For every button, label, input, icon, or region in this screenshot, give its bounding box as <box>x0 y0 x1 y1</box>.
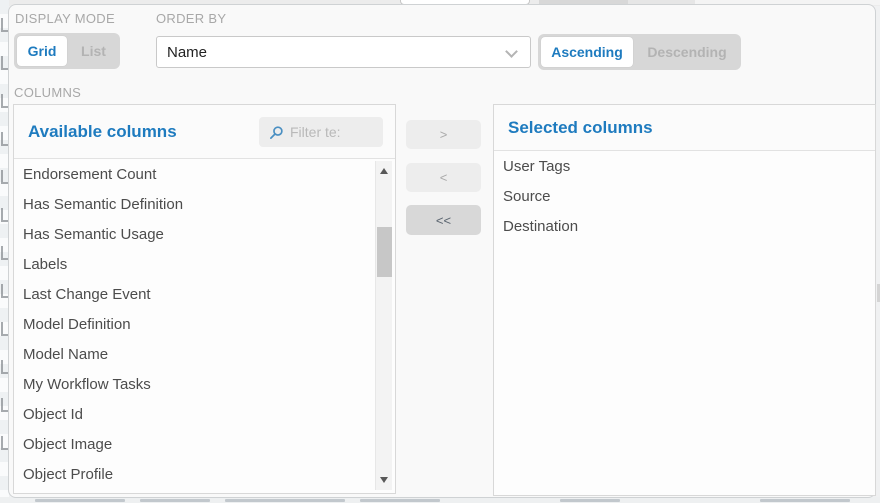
background-card-stub <box>1 436 8 450</box>
display-mode-list-button[interactable]: List <box>67 33 120 69</box>
background-card-stub <box>1 18 8 32</box>
list-item[interactable]: Object Profile <box>14 460 374 490</box>
filter-input[interactable] <box>290 124 370 140</box>
move-right-button[interactable]: > <box>406 120 481 149</box>
sort-ascending-button[interactable]: Ascending <box>541 37 633 67</box>
selected-columns-header: Selected columns <box>494 105 875 151</box>
search-icon <box>269 125 284 140</box>
scroll-up-button[interactable] <box>376 163 393 179</box>
scrollbar-thumb[interactable] <box>377 227 392 277</box>
background-text-stub <box>560 499 620 502</box>
list-item[interactable]: Source <box>494 182 875 212</box>
screen: DISPLAY MODE Grid List ORDER BY Name Asc… <box>0 0 880 503</box>
available-columns-title: Available columns <box>28 122 177 142</box>
list-item[interactable]: User Tags <box>494 152 875 182</box>
background-text-stub <box>225 499 345 502</box>
background-card-stub <box>1 56 8 70</box>
background-card-stub <box>1 208 8 222</box>
display-mode-label: DISPLAY MODE <box>15 11 115 26</box>
scrollbar-track[interactable] <box>375 161 392 490</box>
list-item[interactable]: Has Semantic Usage <box>14 220 374 250</box>
background-card-stub <box>1 284 8 298</box>
available-columns-panel: Available columns Endorsement Count Has … <box>13 104 396 494</box>
list-item[interactable]: Model Name <box>14 340 374 370</box>
list-item[interactable]: Labels <box>14 250 374 280</box>
selected-columns-list: User Tags Source Destination <box>494 152 875 494</box>
remove-all-button[interactable]: << <box>406 205 481 235</box>
background-text-stub <box>35 499 125 502</box>
move-left-button[interactable]: < <box>406 163 481 192</box>
sort-descending-button[interactable]: Descending <box>633 34 741 70</box>
background-card-stub <box>1 398 8 412</box>
background-card-stub <box>1 246 8 260</box>
list-item[interactable]: Model Definition <box>14 310 374 340</box>
background-card-stub <box>1 360 8 374</box>
display-mode-grid-button[interactable]: Grid <box>17 36 67 66</box>
list-item[interactable]: Object Image <box>14 430 374 460</box>
background-text-stub <box>360 499 440 502</box>
background-card-stub <box>1 170 8 184</box>
scroll-down-icon <box>380 477 388 483</box>
list-item[interactable]: Destination <box>494 212 875 242</box>
list-item[interactable]: Last Change Event <box>14 280 374 310</box>
order-by-selected-value: Name <box>157 44 207 61</box>
background-text-stub <box>140 499 210 502</box>
columns-section-label: COLUMNS <box>14 85 81 100</box>
background-card-stub <box>1 322 8 336</box>
scroll-down-button[interactable] <box>376 472 393 488</box>
scroll-up-icon <box>380 168 388 174</box>
view-settings-panel: DISPLAY MODE Grid List ORDER BY Name Asc… <box>8 4 876 498</box>
list-item[interactable]: Has Semantic Definition <box>14 190 374 220</box>
list-item[interactable]: My Workflow Tasks <box>14 370 374 400</box>
selected-columns-panel: Selected columns User Tags Source Destin… <box>493 104 876 496</box>
list-item[interactable]: Endorsement Count <box>14 160 374 190</box>
display-mode-toggle: Grid List <box>14 33 120 69</box>
chevron-down-icon <box>505 45 518 58</box>
available-columns-header: Available columns <box>14 105 395 159</box>
order-by-label: ORDER BY <box>156 11 226 26</box>
available-columns-list: Endorsement Count Has Semantic Definitio… <box>14 160 374 492</box>
order-by-select[interactable]: Name <box>156 36 531 68</box>
selected-columns-title: Selected columns <box>508 118 653 138</box>
background-card-stub <box>1 132 8 146</box>
filter-box[interactable] <box>259 117 383 147</box>
background-text-stub <box>760 499 850 502</box>
sort-direction-toggle: Ascending Descending <box>538 34 741 70</box>
list-item[interactable]: Object Id <box>14 400 374 430</box>
background-card-stub <box>1 94 8 108</box>
